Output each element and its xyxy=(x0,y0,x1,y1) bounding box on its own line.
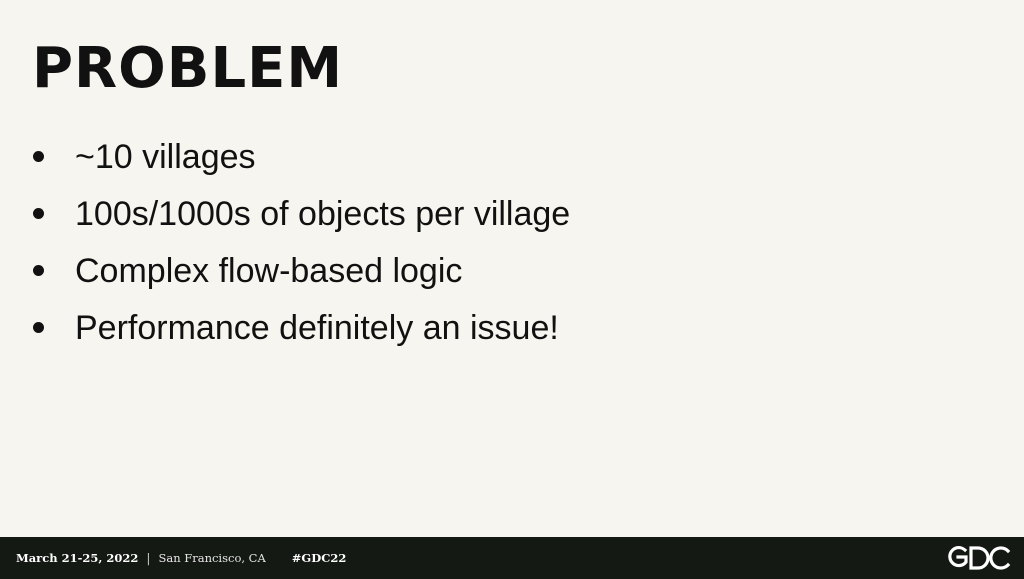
bullet-item: ~10 villages xyxy=(30,128,570,185)
slide: PROBLEM ~10 villages 100s/1000s of objec… xyxy=(0,0,1024,537)
gdc-logo xyxy=(946,541,1012,575)
bullet-dot-icon xyxy=(33,322,44,333)
bullet-dot-icon xyxy=(33,265,44,276)
bullet-item: 100s/1000s of objects per village xyxy=(30,185,570,242)
footer-separator: | xyxy=(146,551,151,565)
bullet-item: Performance definitely an issue! xyxy=(30,299,570,356)
bullet-text: 100s/1000s of objects per village xyxy=(75,194,571,233)
gdc-logo-icon xyxy=(948,545,1011,570)
bullet-text: Complex flow-based logic xyxy=(75,251,463,290)
slide-title: PROBLEM xyxy=(32,36,344,101)
bullet-dot-icon xyxy=(33,151,44,162)
bullet-text: ~10 villages xyxy=(75,137,256,176)
footer-bar: March 21-25, 2022 | San Francisco, CA #G… xyxy=(0,537,1024,579)
event-dates: March 21-25, 2022 xyxy=(16,551,139,565)
event-hashtag: #GDC22 xyxy=(291,551,347,565)
bullet-item: Complex flow-based logic xyxy=(30,242,570,299)
bullet-dot-icon xyxy=(33,208,44,219)
event-location: San Francisco, CA xyxy=(158,551,266,565)
bullet-text: Performance definitely an issue! xyxy=(75,308,559,347)
bullet-list: ~10 villages 100s/1000s of objects per v… xyxy=(30,128,570,356)
